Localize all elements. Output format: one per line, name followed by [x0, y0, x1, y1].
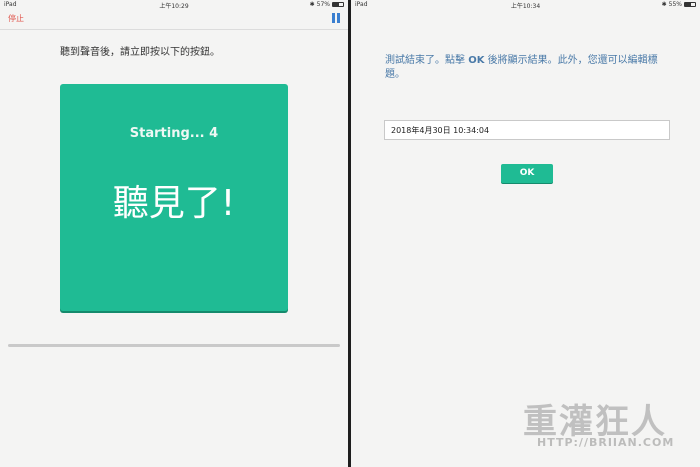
nav-bar: 停止 — [0, 9, 348, 30]
battery-percent: 57% — [316, 1, 330, 8]
battery-icon — [332, 2, 344, 7]
test-screen: iPad 上午10:29 ✱ 57% 停止 聽到聲音後，請立即按以下的按鈕。 S… — [0, 0, 348, 467]
battery-percent: 55% — [668, 1, 682, 8]
pause-icon[interactable] — [332, 13, 340, 23]
ok-button[interactable]: OK — [501, 164, 553, 183]
countdown-text: Starting... 4 — [129, 126, 219, 141]
stop-button[interactable]: 停止 — [8, 13, 24, 24]
bluetooth-icon: ✱ — [661, 1, 667, 8]
status-bar: iPad 上午10:34 ✱ 55% — [351, 0, 700, 10]
status-bar: iPad 上午10:29 ✱ 57% — [0, 0, 348, 10]
title-input[interactable] — [384, 120, 670, 140]
heard-label: 聽見了! — [112, 183, 236, 224]
clock: 上午10:34 — [510, 3, 541, 10]
instruction-text: 聽到聲音後，請立即按以下的按鈕。 — [60, 47, 220, 58]
heard-button[interactable]: Starting... 4 聽見了! — [60, 84, 288, 311]
battery-icon — [684, 2, 696, 7]
watermark: 重灌狂人 HTTP://BRIIAN.COM — [523, 402, 675, 449]
bluetooth-icon: ✱ — [309, 1, 315, 8]
progress-bar — [8, 344, 340, 347]
result-message: 測試結束了。點擊 OK 後將顯示結果。此外，您還可以編輯標題。 — [385, 55, 658, 80]
